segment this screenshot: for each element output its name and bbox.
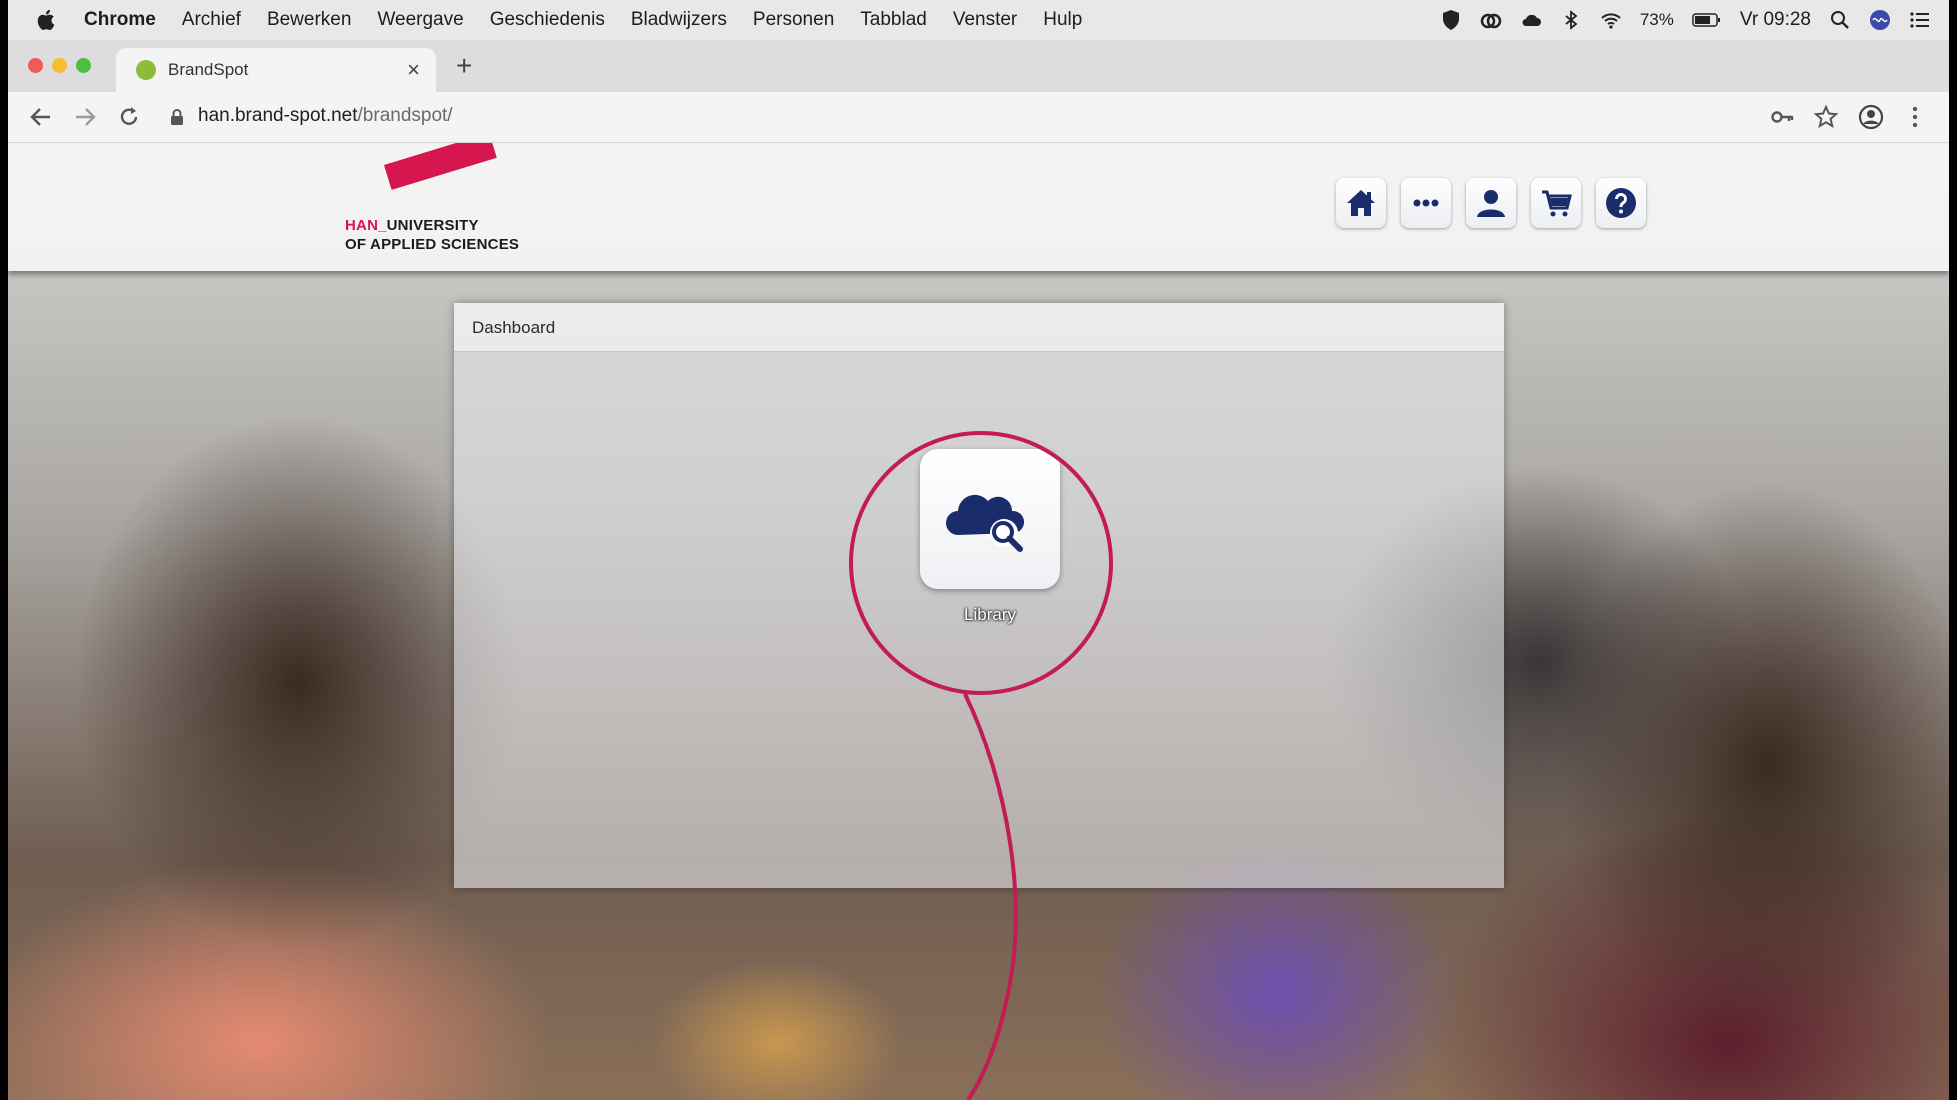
forward-arrow-icon[interactable] bbox=[72, 104, 98, 130]
wifi-icon[interactable] bbox=[1600, 9, 1622, 31]
lock-icon[interactable] bbox=[170, 108, 184, 126]
key-icon[interactable] bbox=[1770, 104, 1796, 130]
menu-archief[interactable]: Archief bbox=[182, 9, 241, 31]
close-window-button[interactable] bbox=[28, 58, 43, 73]
brandspot-favicon-icon bbox=[136, 60, 156, 80]
bluetooth-icon[interactable] bbox=[1560, 9, 1582, 31]
browser-toolbar: han.brand-spot.net/brandspot/ bbox=[8, 92, 1949, 143]
menu-personen[interactable]: Personen bbox=[753, 9, 834, 31]
back-arrow-icon[interactable] bbox=[28, 104, 54, 130]
url-path: /brandspot/ bbox=[357, 105, 453, 126]
status-area: 73% Vr 09:28 bbox=[1440, 0, 1931, 40]
annotation-highlight bbox=[849, 431, 1113, 1100]
menu-app-name[interactable]: Chrome bbox=[84, 9, 156, 31]
address-bar[interactable]: han.brand-spot.net/brandspot/ bbox=[198, 105, 453, 127]
menu-tabblad[interactable]: Tabblad bbox=[860, 9, 927, 31]
screen: Chrome Archief Bewerken Weergave Geschie… bbox=[8, 0, 1949, 1100]
page-content: HAN_UNIVERSITY OF APPLIED SCIENCES Dashb… bbox=[8, 143, 1949, 1100]
new-tab-button[interactable]: + bbox=[456, 50, 472, 82]
minimize-window-button[interactable] bbox=[52, 58, 67, 73]
siri-icon[interactable] bbox=[1869, 9, 1891, 31]
maximize-window-button[interactable] bbox=[76, 58, 91, 73]
chrome-menu-icon[interactable] bbox=[1902, 104, 1928, 130]
creative-cloud-icon[interactable] bbox=[1480, 9, 1502, 31]
battery-icon[interactable] bbox=[1692, 9, 1722, 31]
battery-percentage: 73% bbox=[1639, 10, 1674, 29]
notification-center-icon[interactable] bbox=[1909, 9, 1931, 31]
menu-hulp[interactable]: Hulp bbox=[1043, 9, 1082, 31]
menu-bar: Chrome Archief Bewerken Weergave Geschie… bbox=[8, 0, 1949, 40]
menu-venster[interactable]: Venster bbox=[953, 9, 1017, 31]
menu-bladwijzers[interactable]: Bladwijzers bbox=[631, 9, 727, 31]
profile-avatar-icon[interactable] bbox=[1858, 104, 1884, 130]
reload-icon[interactable] bbox=[116, 104, 142, 130]
cloud-icon[interactable] bbox=[1520, 9, 1542, 31]
bookmark-star-icon[interactable] bbox=[1813, 104, 1839, 130]
tab-close-icon[interactable]: × bbox=[407, 57, 420, 83]
annotation-line bbox=[963, 693, 1018, 1100]
shield-icon[interactable] bbox=[1440, 9, 1462, 31]
url-host: han.brand-spot.net bbox=[198, 105, 358, 126]
apple-icon[interactable] bbox=[36, 8, 58, 32]
spotlight-search-icon[interactable] bbox=[1829, 9, 1851, 31]
menu-geschiedenis[interactable]: Geschiedenis bbox=[490, 9, 605, 31]
menu-bewerken[interactable]: Bewerken bbox=[267, 9, 352, 31]
tab-title: BrandSpot bbox=[168, 60, 249, 79]
menu-weergave[interactable]: Weergave bbox=[377, 9, 463, 31]
tab-brandspot[interactable]: BrandSpot × bbox=[116, 48, 436, 92]
annotation-circle bbox=[849, 431, 1113, 695]
tab-strip: BrandSpot × + bbox=[8, 40, 1949, 92]
clock[interactable]: Vr 09:28 bbox=[1740, 9, 1811, 31]
